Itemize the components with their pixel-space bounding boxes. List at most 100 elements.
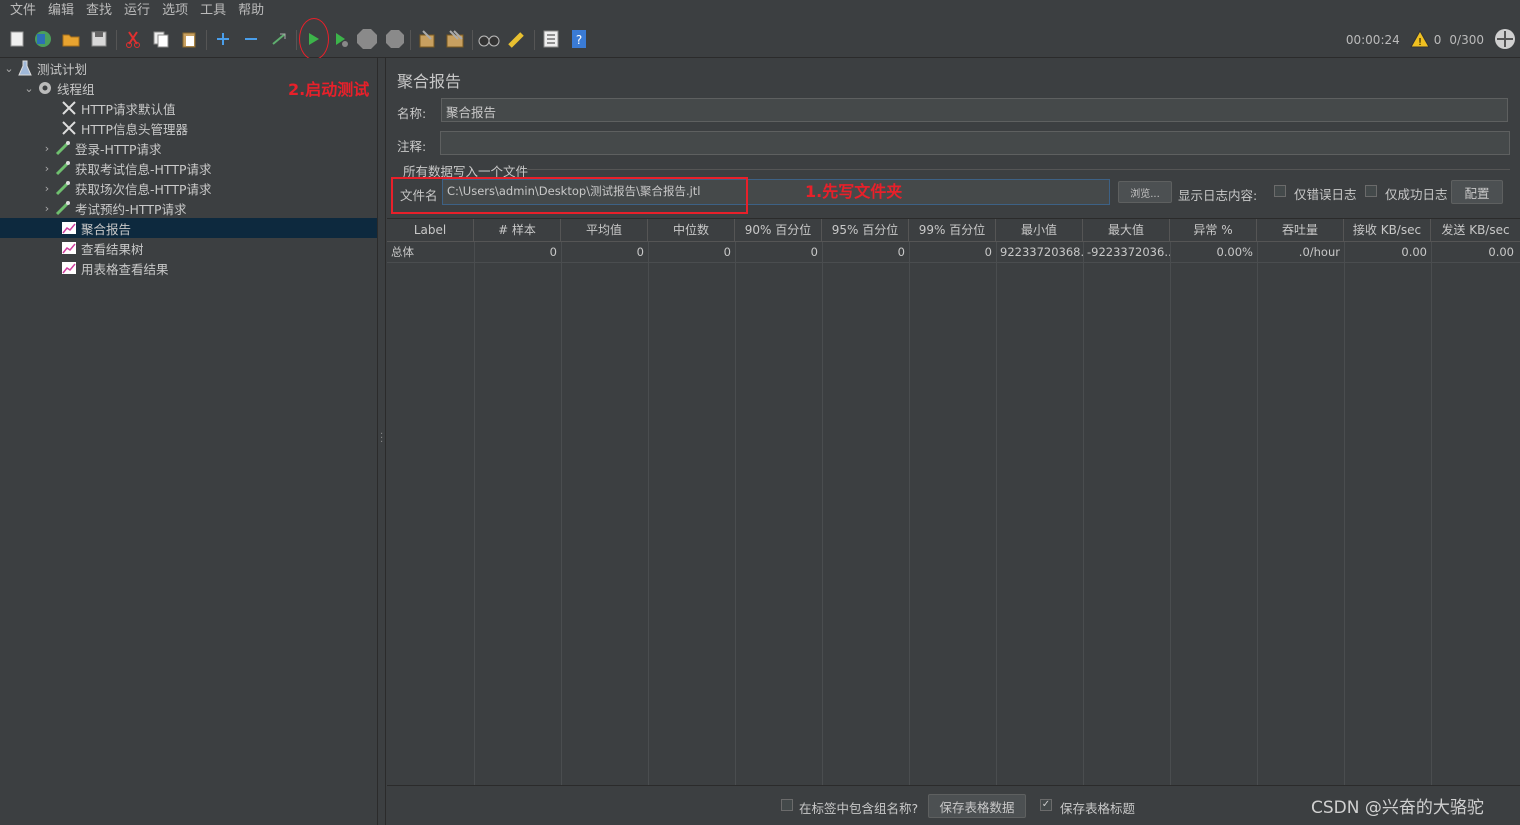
tree-item-exam-booking[interactable]: › 考试预约-HTTP请求 bbox=[40, 198, 187, 218]
warning-icon[interactable]: ! bbox=[1409, 29, 1430, 51]
menu-options[interactable]: 选项 bbox=[156, 0, 194, 22]
menu-file[interactable]: 文件 bbox=[4, 0, 42, 22]
copy-icon[interactable] bbox=[150, 28, 172, 50]
paste-icon[interactable] bbox=[178, 28, 200, 50]
save-table-data-button[interactable]: 保存表格数据 bbox=[928, 794, 1026, 818]
menu-run[interactable]: 运行 bbox=[118, 0, 156, 22]
reset-search-icon[interactable] bbox=[506, 28, 528, 50]
cut-icon[interactable] bbox=[122, 28, 144, 50]
graph-icon bbox=[60, 239, 78, 257]
col-95-line[interactable]: 95% 百分位 bbox=[822, 219, 909, 242]
open-icon[interactable] bbox=[60, 28, 82, 50]
toggle-icon[interactable] bbox=[268, 28, 290, 50]
chevron-down-icon[interactable]: ⌄ bbox=[22, 82, 36, 95]
pipette-icon bbox=[54, 139, 72, 157]
tree-item-label: 获取场次信息-HTTP请求 bbox=[75, 181, 212, 197]
tree-item-http-defaults[interactable]: HTTP请求默认值 bbox=[46, 98, 176, 118]
menu-edit[interactable]: 编辑 bbox=[42, 0, 80, 22]
browse-button[interactable]: 浏览... bbox=[1118, 181, 1172, 203]
chevron-right-icon[interactable]: › bbox=[40, 202, 54, 215]
col-median[interactable]: 中位数 bbox=[648, 219, 735, 242]
new-icon[interactable] bbox=[6, 28, 28, 50]
errors-only-label: 仅错误日志 bbox=[1294, 187, 1357, 202]
wrench-icon bbox=[60, 99, 78, 117]
tree-item-label: 登录-HTTP请求 bbox=[75, 141, 162, 157]
include-group-checkbox[interactable] bbox=[781, 799, 793, 811]
templates-icon[interactable] bbox=[32, 28, 54, 50]
table-cell: 0 bbox=[810, 245, 818, 259]
name-field[interactable]: 聚合报告 bbox=[441, 98, 1508, 122]
comment-field[interactable] bbox=[440, 131, 1510, 155]
tree-item-test-plan[interactable]: ⌄ 测试计划 bbox=[2, 58, 87, 78]
col-min[interactable]: 最小值 bbox=[996, 219, 1083, 242]
success-only-checkbox[interactable] bbox=[1365, 185, 1377, 197]
tree-item-label: 考试预约-HTTP请求 bbox=[75, 201, 187, 217]
tree-item-thread-group[interactable]: ⌄ 线程组 bbox=[22, 78, 94, 98]
table-cell: 92233720368... bbox=[1000, 245, 1083, 259]
annotation-step1: 1.先写文件夹 bbox=[805, 182, 903, 201]
search-icon[interactable] bbox=[478, 28, 500, 50]
col-received[interactable]: 接收 KB/sec bbox=[1344, 219, 1431, 242]
annotation-step2: 2.启动测试 bbox=[288, 80, 370, 99]
tree-item-label: HTTP请求默认值 bbox=[81, 101, 176, 117]
col-error[interactable]: 异常 % bbox=[1170, 219, 1257, 242]
table-cell: 总体 bbox=[391, 245, 414, 259]
col-90-line[interactable]: 90% 百分位 bbox=[735, 219, 822, 242]
col-average[interactable]: 平均值 bbox=[561, 219, 648, 242]
save-header-checkbox[interactable]: ✓ bbox=[1040, 799, 1052, 811]
wrench-icon bbox=[60, 119, 78, 137]
annotation-box bbox=[391, 177, 748, 214]
tree-item-exam-info[interactable]: › 获取考试信息-HTTP请求 bbox=[40, 158, 212, 178]
clear-icon[interactable] bbox=[416, 28, 438, 50]
col-throughput[interactable]: 吞吐量 bbox=[1257, 219, 1344, 242]
tree-item-login[interactable]: › 登录-HTTP请求 bbox=[40, 138, 162, 158]
tree-item-results-tree[interactable]: 查看结果树 bbox=[60, 238, 144, 258]
menu-help[interactable]: 帮助 bbox=[232, 0, 270, 22]
help-icon[interactable]: ? bbox=[568, 28, 590, 50]
col-sent[interactable]: 发送 KB/sec bbox=[1431, 219, 1520, 242]
graph-icon bbox=[60, 219, 78, 237]
errors-only-checkbox[interactable] bbox=[1274, 185, 1286, 197]
pipette-icon bbox=[54, 159, 72, 177]
table-cell: 0 bbox=[984, 245, 992, 259]
function-helper-icon[interactable] bbox=[540, 28, 562, 50]
collapse-icon[interactable] bbox=[240, 28, 262, 50]
col-99-line[interactable]: 99% 百分位 bbox=[909, 219, 996, 242]
chevron-right-icon[interactable]: › bbox=[40, 142, 54, 155]
start-no-pauses-icon[interactable] bbox=[330, 28, 352, 50]
svg-text:?: ? bbox=[576, 33, 582, 47]
configure-button[interactable]: 配置 bbox=[1451, 180, 1503, 204]
chevron-right-icon[interactable]: › bbox=[40, 162, 54, 175]
remote-icon[interactable] bbox=[1494, 28, 1516, 53]
table-cell: 0.00 bbox=[1488, 245, 1514, 259]
log-content-label: 显示日志内容: bbox=[1178, 188, 1258, 203]
split-pane-divider[interactable]: · · · bbox=[378, 58, 386, 825]
tree-item-session-info[interactable]: › 获取场次信息-HTTP请求 bbox=[40, 178, 212, 198]
table-cell: 0.00% bbox=[1216, 245, 1253, 259]
tree-item-label: 聚合报告 bbox=[81, 221, 132, 237]
chevron-right-icon[interactable]: › bbox=[40, 182, 54, 195]
save-icon[interactable] bbox=[88, 28, 110, 50]
menu-search[interactable]: 查找 bbox=[80, 0, 118, 22]
stop-icon[interactable] bbox=[356, 28, 378, 50]
test-plan-tree: ⌄ 测试计划 ⌄ 线程组 HTTP请求默认值 HTTP信息头管理器 › 登录-H… bbox=[0, 58, 378, 825]
table-cell: .0/hour bbox=[1298, 245, 1340, 259]
expand-icon[interactable] bbox=[212, 28, 234, 50]
include-group-label: 在标签中包含组名称? bbox=[799, 801, 919, 816]
col-label[interactable]: Label bbox=[387, 219, 474, 242]
flask-icon bbox=[16, 59, 34, 77]
table-cell: 0 bbox=[549, 245, 557, 259]
clear-all-icon[interactable] bbox=[444, 28, 466, 50]
page-title: 聚合报告 bbox=[397, 72, 462, 91]
tree-item-header-manager[interactable]: HTTP信息头管理器 bbox=[46, 118, 188, 138]
toolbar: ? 00:00:24 ! 0 0/300 bbox=[0, 22, 1520, 58]
chevron-down-icon[interactable]: ⌄ bbox=[2, 62, 16, 75]
col-samples[interactable]: # 样本 bbox=[474, 219, 561, 242]
col-max[interactable]: 最大值 bbox=[1083, 219, 1170, 242]
menu-bar: 文件 编辑 查找 运行 选项 工具 帮助 bbox=[0, 0, 1520, 22]
shutdown-icon[interactable] bbox=[384, 28, 406, 50]
menu-tools[interactable]: 工具 bbox=[194, 0, 232, 22]
tree-item-label: 用表格查看结果 bbox=[81, 261, 169, 277]
tree-item-table-results[interactable]: 用表格查看结果 bbox=[60, 258, 169, 278]
tree-item-aggregate-report[interactable]: 聚合报告 bbox=[0, 218, 377, 238]
